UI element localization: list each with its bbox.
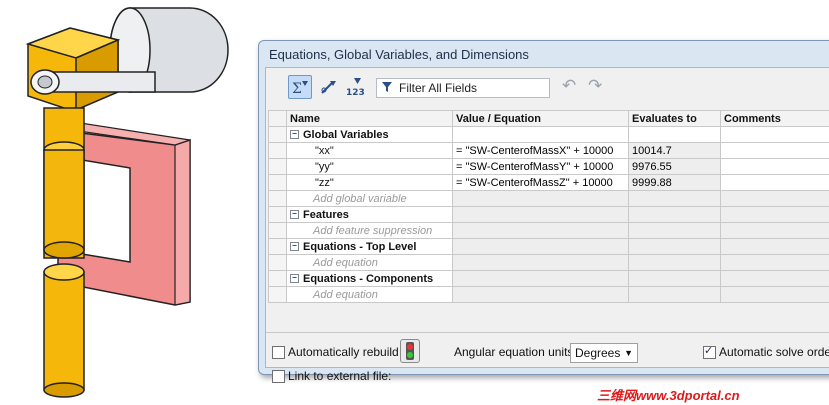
- section-row-global-variables[interactable]: − Global Variables: [268, 126, 829, 143]
- gray-shaft: [30, 69, 156, 95]
- yellow-cylinders: [43, 107, 85, 398]
- filter-field[interactable]: Filter All Fields: [376, 78, 550, 98]
- variable-equation[interactable]: = "SW-CenterofMassX" + 10000: [452, 142, 629, 159]
- variable-comment[interactable]: [720, 142, 829, 159]
- section-label: Equations - Components: [303, 272, 434, 285]
- yellow-block: [25, 27, 121, 112]
- dialog-body: Σ 123 Filter All Fields ↶ ↷ Name Value /…: [265, 67, 829, 383]
- variable-name[interactable]: "xx": [286, 142, 453, 159]
- toolbar: Σ 123 Filter All Fields ↶ ↷: [266, 68, 829, 104]
- rebuild-status-icon[interactable]: [400, 339, 420, 363]
- auto-solve-label: Automatic solve order: [719, 345, 829, 359]
- add-equation-cell[interactable]: Add equation: [286, 286, 453, 303]
- svg-text:123: 123: [346, 88, 365, 97]
- variable-result: 10014.7: [628, 142, 721, 159]
- section-row-features[interactable]: − Features: [268, 206, 829, 223]
- 3d-model-illustration: [25, 7, 229, 398]
- header-name[interactable]: Name: [286, 110, 453, 127]
- add-feature-suppression-cell[interactable]: Add feature suppression: [286, 222, 453, 239]
- undo-icon[interactable]: ↶: [562, 77, 576, 94]
- redo-icon[interactable]: ↷: [588, 77, 602, 94]
- auto-rebuild-checkbox[interactable]: [272, 346, 285, 359]
- filter-icon: [382, 82, 392, 92]
- angular-units-value: Degrees: [575, 346, 621, 360]
- section-row-equations-top-level[interactable]: − Equations - Top Level: [268, 238, 829, 255]
- section-label: Features: [303, 208, 349, 221]
- auto-solve-checkbox[interactable]: [703, 344, 716, 359]
- variable-result: 9999.88: [628, 174, 721, 191]
- dialog-footer: Automatically rebuild Angular equation u…: [266, 332, 829, 383]
- add-equation-cell[interactable]: Add equation: [286, 254, 453, 271]
- table-row[interactable]: "yy" = "SW-CenterofMassY" + 10000 9976.5…: [268, 158, 829, 175]
- equations-table: Name Value / Equation Evaluates to Comme…: [268, 110, 829, 303]
- table-header-row: Name Value / Equation Evaluates to Comme…: [268, 110, 829, 127]
- watermark: 三维网www.3dportal.cn: [597, 388, 740, 403]
- svg-text:Σ: Σ: [292, 81, 302, 96]
- variable-comment[interactable]: [720, 174, 829, 191]
- add-global-variable-row[interactable]: Add global variable: [268, 190, 829, 207]
- ordered-view-icon[interactable]: 123: [344, 75, 368, 99]
- dialog-title: Equations, Global Variables, and Dimensi…: [269, 47, 529, 62]
- collapse-icon[interactable]: −: [290, 242, 299, 252]
- variable-equation[interactable]: = "SW-CenterofMassZ" + 10000: [452, 174, 629, 191]
- auto-rebuild-label: Automatically rebuild: [288, 345, 399, 359]
- sketch-equation-view-icon[interactable]: [316, 75, 340, 99]
- variable-equation[interactable]: = "SW-CenterofMassY" + 10000: [452, 158, 629, 175]
- header-comments[interactable]: Comments: [720, 110, 829, 127]
- link-external-checkbox[interactable]: [272, 370, 285, 383]
- variable-result: 9976.55: [628, 158, 721, 175]
- chevron-down-icon: ▼: [624, 348, 633, 358]
- collapse-icon[interactable]: −: [290, 130, 299, 140]
- add-feature-suppression-row[interactable]: Add feature suppression: [268, 222, 829, 239]
- equations-dialog: Equations, Global Variables, and Dimensi…: [258, 40, 829, 383]
- link-external-label: Link to external file:: [288, 369, 392, 383]
- angular-units-select[interactable]: Degrees ▼: [570, 343, 638, 363]
- section-row-equations-components[interactable]: − Equations - Components: [268, 270, 829, 287]
- table-row[interactable]: "zz" = "SW-CenterofMassZ" + 10000 9999.8…: [268, 174, 829, 191]
- header-gutter: [268, 110, 287, 127]
- filter-placeholder: Filter All Fields: [399, 81, 478, 95]
- section-label: Equations - Top Level: [303, 240, 417, 253]
- add-global-variable-cell[interactable]: Add global variable: [286, 190, 453, 207]
- collapse-icon[interactable]: −: [290, 210, 299, 220]
- header-value[interactable]: Value / Equation: [452, 110, 629, 127]
- angular-units-label: Angular equation units:: [454, 345, 577, 359]
- variable-name[interactable]: "zz": [286, 174, 453, 191]
- equation-view-icon[interactable]: Σ: [288, 75, 312, 99]
- variable-comment[interactable]: [720, 158, 829, 175]
- header-evaluates[interactable]: Evaluates to: [628, 110, 721, 127]
- variable-name[interactable]: "yy": [286, 158, 453, 175]
- section-label: Global Variables: [303, 128, 389, 141]
- add-equation-row[interactable]: Add equation: [268, 254, 829, 271]
- add-equation-row[interactable]: Add equation: [268, 286, 829, 303]
- table-row[interactable]: "xx" = "SW-CenterofMassX" + 10000 10014.…: [268, 142, 829, 159]
- collapse-icon[interactable]: −: [290, 274, 299, 284]
